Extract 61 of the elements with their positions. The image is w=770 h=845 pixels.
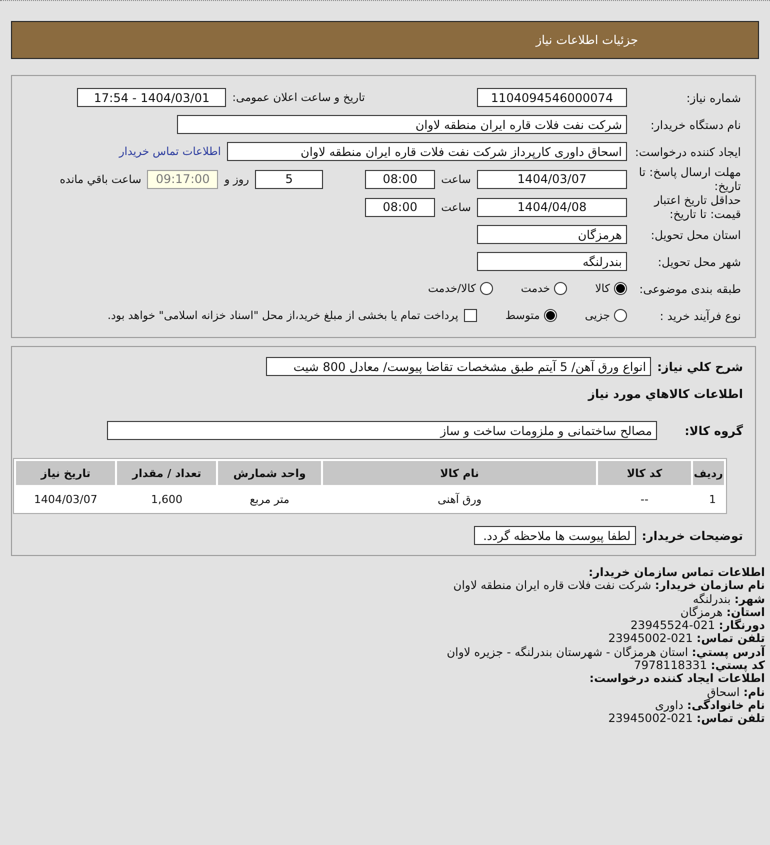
section-heading: اطلاعات تماس سازمان خریدار: — [588, 566, 765, 580]
section-heading: اطلاعات کالاهاي مورد نیاز — [588, 386, 743, 400]
requester-field: اسحاق داوری کارپرداز شرکت نفت فلات قاره ایران منطقه لاوان — [227, 142, 627, 161]
city-field: بندرلنگه — [477, 252, 627, 271]
field-label: مهلت ارسال پاسخ: تا تاریخ: — [638, 165, 741, 193]
buyer-contact-link[interactable]: اطلاعات تماس خریدار — [119, 145, 221, 158]
need-summary-field: انواع ورق آهن/ 5 آیتم طبق مشخصات تقاضا پیوست/ معادل 800 شیت — [266, 357, 652, 376]
buyer-name-field: شرکت نفت فلات قاره ایران منطقه لاوان — [177, 115, 627, 134]
field-label: تاریخ و ساعت اعلان عمومی: — [232, 91, 365, 104]
radio-button[interactable] — [614, 309, 627, 322]
contact-line: شهر: بندرلنگه — [692, 592, 765, 606]
section-heading: اطلاعات ایجاد کننده درخواست: — [589, 672, 765, 686]
radio-label: کالا/خدمت — [428, 282, 476, 295]
field-label: روز و — [224, 172, 250, 186]
deadline-date-field: 1404/03/07 — [477, 170, 627, 188]
validity-time-field: 08:00 — [365, 198, 436, 216]
column-header: واحد شمارش — [218, 461, 321, 485]
field-label: توضیحات خریدار: — [642, 528, 743, 542]
contact-line: استان: هرمزگان — [680, 606, 765, 619]
days-field: 5 — [255, 170, 324, 188]
column-header: کد کالا — [598, 461, 691, 485]
field-label: نام دستگاه خریدار: — [649, 118, 741, 132]
field-label: شهر محل تحویل: — [656, 254, 741, 268]
announce-date-field: 1404/03/01 - 17:54 — [77, 88, 226, 107]
field-label: طبقه بندی موضوعی: — [638, 282, 741, 296]
field-label: نوع فرآیند خرید : — [658, 308, 741, 322]
validity-date-field: 1404/04/08 — [477, 198, 627, 216]
field-label: ساعت — [441, 200, 471, 214]
province-field: هرمزگان — [477, 225, 627, 244]
page-title: جزئیات اطلاعات نیاز — [536, 33, 638, 47]
contact-line: نام: اسحاق — [706, 686, 765, 699]
field-label: ساعت — [441, 172, 471, 186]
field-label: ساعت باقي مانده — [60, 172, 142, 186]
radio-button[interactable] — [614, 282, 627, 295]
field-label: ایجاد کننده درخواست: — [634, 144, 741, 158]
field-label: حداقل تاریخ اعتبار قیمت: تا تاریخ: — [652, 193, 741, 221]
radio-button[interactable] — [544, 309, 557, 322]
contact-line: آدرس پستي: استان هرمزگان - شهرستان بندرلنگه - جزیره لاوان — [446, 646, 765, 660]
need-number-field: 1104094546000074 — [477, 88, 627, 107]
field-label: شماره نیاز: — [685, 90, 741, 104]
radio-label: کالا — [595, 282, 610, 295]
goods-group-field: مصالح ساختمانی و ملزومات ساخت و ساز — [107, 421, 657, 440]
checkbox-label: پرداخت تمام یا بخشی از مبلغ خرید،از محل "اسناد خزانه اسلامی" خواهد بود. — [108, 309, 458, 322]
radio-button[interactable] — [554, 282, 568, 295]
field-label: گروه کالا: — [684, 424, 743, 438]
checkbox[interactable] — [464, 309, 478, 322]
deadline-time-field: 08:00 — [365, 170, 436, 188]
remaining-time-field: 09:17:00 — [147, 170, 218, 188]
radio-label: متوسط — [505, 309, 540, 322]
radio-label: جزیی — [584, 309, 610, 322]
column-header: ردیف — [692, 461, 724, 485]
radio-button[interactable] — [480, 282, 493, 295]
contact-line: نام خانوادگی: داوری — [654, 698, 765, 712]
buyer-notes-field: لطفا پیوست ها ملاحظه گردد. — [474, 526, 636, 545]
contact-line: نام سازمان خریدار: شرکت نفت فلات قاره ایران منطقه لاوان — [453, 579, 765, 592]
column-header: تاریخ نیاز — [16, 461, 116, 485]
column-header: نام کالا — [323, 461, 596, 485]
radio-label: خدمت — [520, 282, 550, 295]
field-label: شرح کلي نیاز: — [657, 360, 743, 374]
field-label: استان محل تحویل: — [650, 228, 741, 242]
column-header: تعداد / مقدار — [117, 461, 216, 485]
